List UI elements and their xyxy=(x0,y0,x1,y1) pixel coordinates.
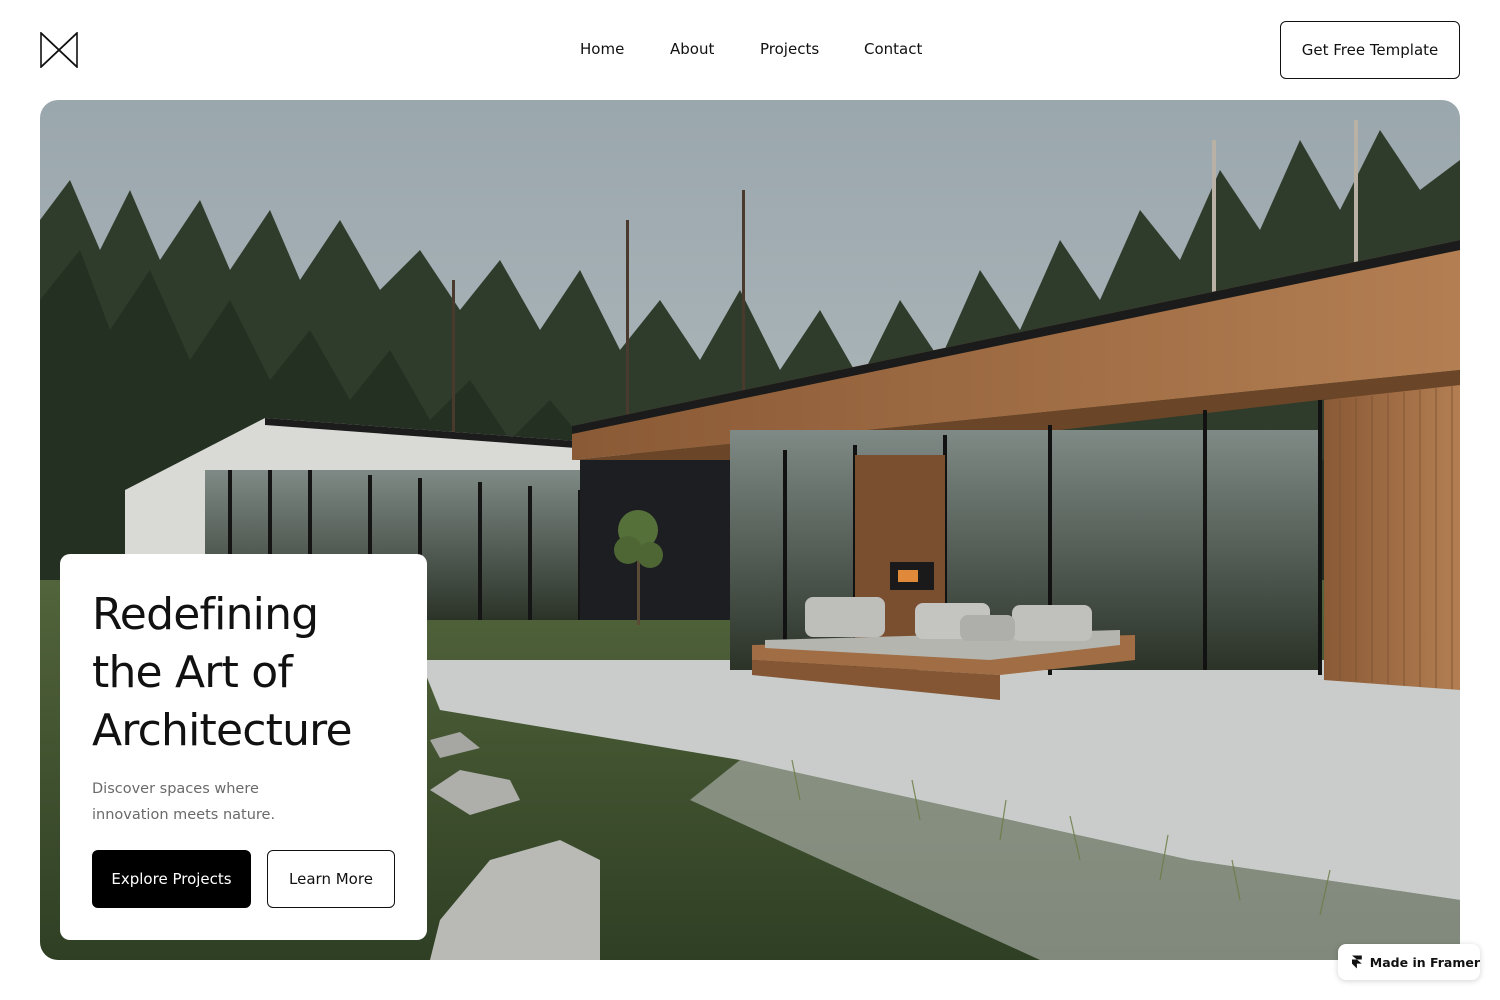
get-free-template-button[interactable]: Get Free Template xyxy=(1280,21,1460,79)
framer-icon xyxy=(1352,955,1362,969)
main-nav: Home About Projects Contact xyxy=(0,38,1500,60)
site-header: Home About Projects Contact Get Free Tem… xyxy=(0,0,1500,100)
hero-card: Redefining the Art of Architecture Disco… xyxy=(60,554,427,940)
hero-title-line-3: Architecture xyxy=(92,705,353,756)
hero-subtitle-line-2: innovation meets nature. xyxy=(92,807,276,823)
nav-projects-link[interactable]: Projects xyxy=(760,38,819,60)
hero-title-line-1: Redefining xyxy=(92,589,319,640)
hero-title: Redefining the Art of Architecture xyxy=(92,586,412,760)
hero-subtitle-line-1: Discover spaces where xyxy=(92,781,259,797)
explore-projects-button[interactable]: Explore Projects xyxy=(92,850,251,908)
hero-subtitle: Discover spaces where innovation meets n… xyxy=(92,776,312,828)
made-in-framer-badge[interactable]: Made in Framer xyxy=(1338,944,1480,980)
hero-title-line-2: the Art of xyxy=(92,647,293,698)
nav-about-link[interactable]: About xyxy=(670,38,714,60)
badge-label: Made in Framer xyxy=(1369,954,1480,970)
page: Home About Projects Contact Get Free Tem… xyxy=(0,0,1500,1000)
learn-more-button[interactable]: Learn More xyxy=(267,850,395,908)
nav-home-link[interactable]: Home xyxy=(580,38,624,60)
nav-contact-link[interactable]: Contact xyxy=(864,38,922,60)
